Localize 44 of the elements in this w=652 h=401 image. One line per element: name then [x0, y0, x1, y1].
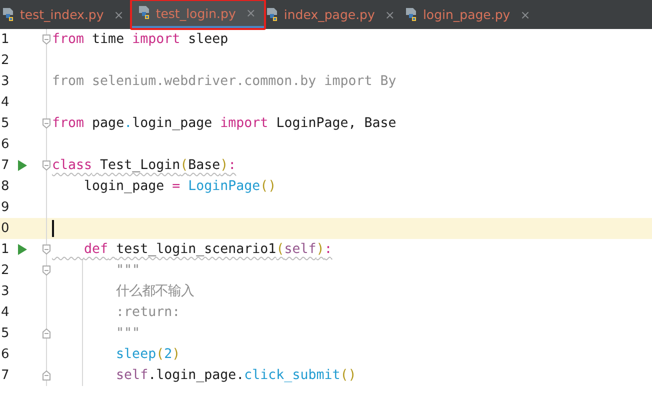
- close-icon[interactable]: ×: [246, 6, 256, 20]
- code-line: from selenium.webdriver.common.by import By: [52, 73, 396, 91]
- line-number: 2: [0, 263, 10, 278]
- code-line: from page.login_page import LoginPage, Base: [52, 115, 396, 133]
- line-number: 2: [0, 53, 10, 68]
- run-icon[interactable]: [18, 160, 27, 171]
- line-number: 4: [0, 95, 10, 110]
- line-number: 5: [0, 116, 10, 131]
- line-number: 9: [0, 200, 10, 215]
- line-number: 1: [0, 242, 10, 257]
- line-number: 7: [0, 158, 10, 173]
- run-icon[interactable]: [18, 244, 27, 255]
- fold-marker-icon[interactable]: [42, 160, 50, 171]
- code-line: login_page = LoginPage(): [83, 178, 276, 196]
- line-number: 3: [0, 284, 10, 299]
- close-icon[interactable]: ×: [520, 8, 530, 22]
- code-line: def test_login_scenario1(self):: [83, 241, 332, 259]
- line-number: 0: [0, 221, 10, 236]
- python-file-icon: [404, 6, 419, 22]
- fold-marker-icon[interactable]: [42, 370, 50, 381]
- file-tab[interactable]: index_page.py ×: [264, 0, 403, 29]
- close-icon[interactable]: ×: [114, 8, 124, 22]
- python-file-icon: [266, 6, 280, 22]
- line-number: 5: [0, 326, 10, 341]
- line-number: 1: [0, 32, 10, 47]
- line-number: 6: [0, 137, 10, 152]
- fold-marker-icon[interactable]: [42, 328, 50, 339]
- line-number: 6: [0, 347, 10, 362]
- file-tab[interactable]: test_index.py ×: [0, 0, 132, 29]
- file-tab[interactable]: login_page.py ×: [402, 0, 538, 29]
- file-tab[interactable]: test_login.py ×: [132, 0, 264, 29]
- line-number: 7: [0, 368, 10, 383]
- fold-marker-icon[interactable]: [42, 265, 50, 276]
- line-number: 8: [0, 179, 10, 194]
- close-icon[interactable]: ×: [384, 8, 395, 22]
- line-number: 3: [0, 74, 10, 89]
- fold-marker-icon[interactable]: [42, 118, 50, 129]
- code-line: from time import sleep: [52, 31, 228, 49]
- python-file-icon: [138, 5, 152, 21]
- python-file-icon: [2, 6, 16, 22]
- fold-marker-icon[interactable]: [42, 34, 50, 45]
- line-number: 4: [0, 305, 10, 320]
- fold-marker-icon[interactable]: [42, 244, 50, 255]
- code-line: class Test_Login(Base):: [52, 157, 236, 175]
